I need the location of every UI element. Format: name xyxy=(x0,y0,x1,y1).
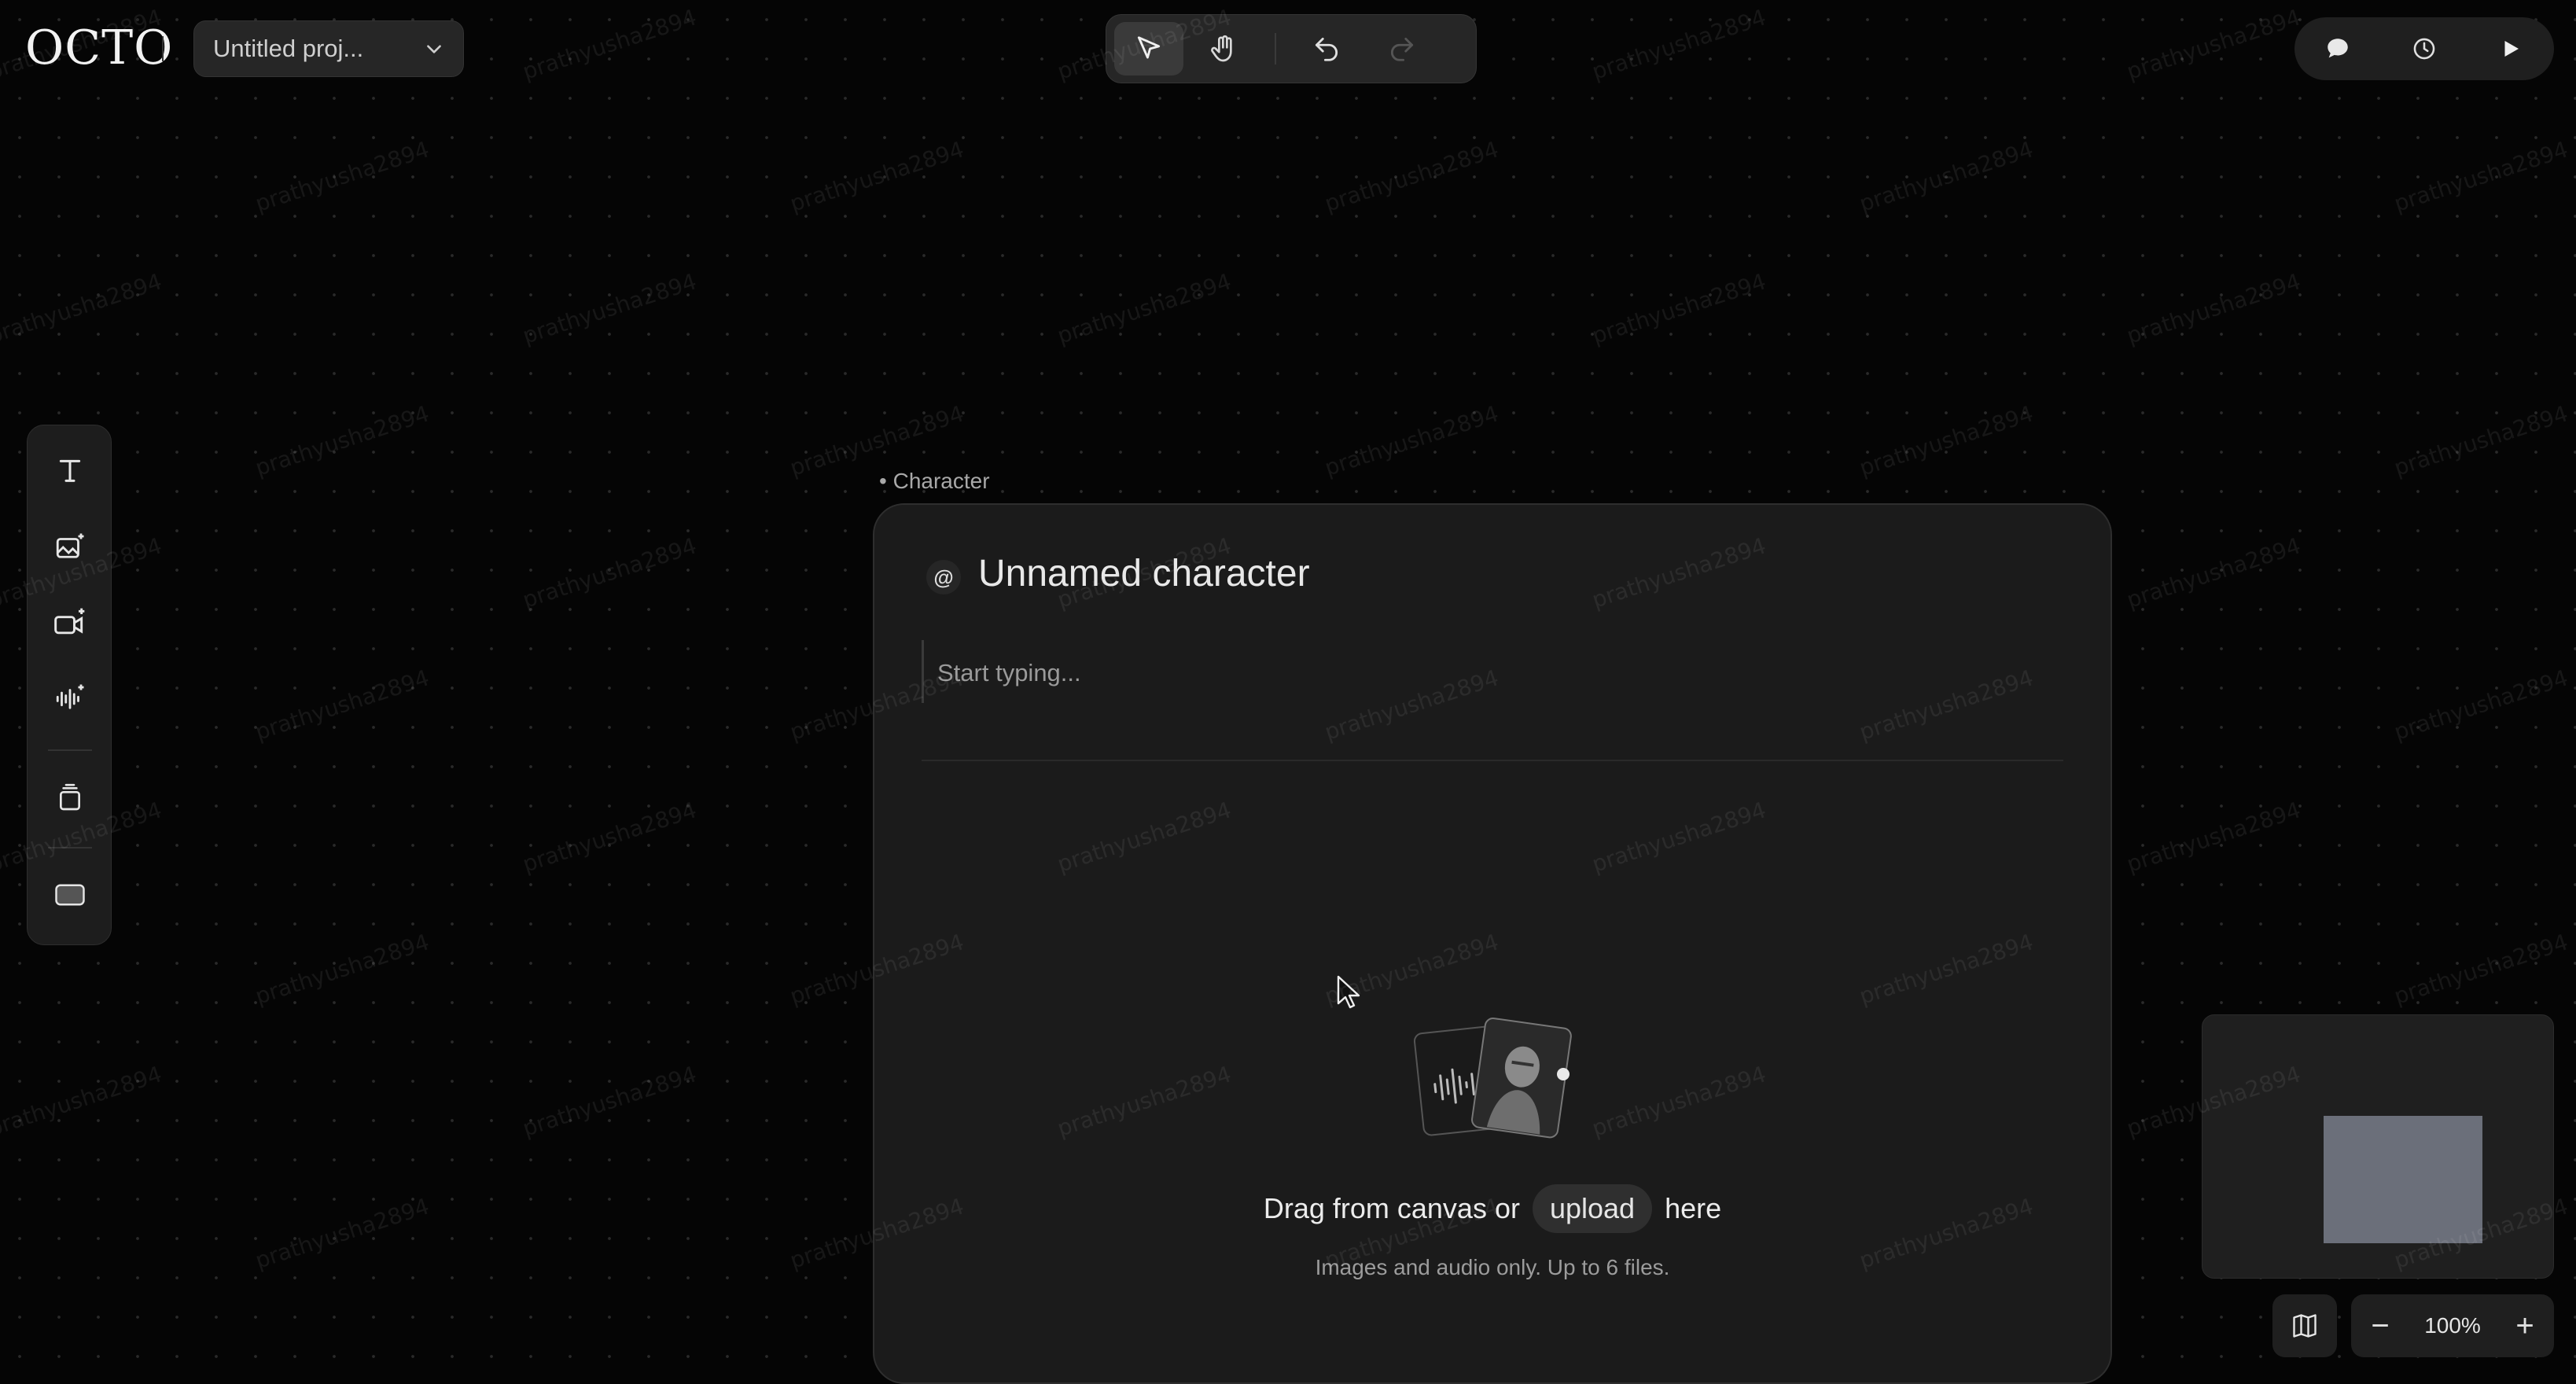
select-tool-button[interactable] xyxy=(1114,22,1183,75)
zoom-out-button[interactable]: − xyxy=(2357,1301,2403,1351)
drop-zone-text: Drag from canvas or upload here xyxy=(873,1184,2112,1233)
watermark-text: prathyusha2894 xyxy=(2390,400,2571,481)
watermark-text: prathyusha2894 xyxy=(1588,268,1769,349)
left-toolbar-divider xyxy=(48,847,92,848)
generate-image-button[interactable] xyxy=(42,520,98,575)
watermark-text: prathyusha2894 xyxy=(0,268,165,349)
watermark-text: prathyusha2894 xyxy=(2390,664,2571,745)
watermark-text: prathyusha2894 xyxy=(1856,400,2037,481)
watermark-text: prathyusha2894 xyxy=(2123,797,2304,878)
video-generate-icon xyxy=(53,606,87,640)
drop-zone-hint: Images and audio only. Up to 6 files. xyxy=(1315,1255,1670,1279)
pointer-icon xyxy=(1134,34,1164,64)
redo-button[interactable] xyxy=(1367,22,1437,75)
watermark-text: prathyusha2894 xyxy=(519,268,700,349)
media-preview-illustration xyxy=(1408,1014,1581,1148)
toolbar-divider xyxy=(1275,33,1276,64)
watermark-text: prathyusha2894 xyxy=(519,1061,700,1142)
project-selector[interactable]: Untitled proj... xyxy=(193,20,464,77)
watermark-text: prathyusha2894 xyxy=(252,664,432,745)
watermark-text: prathyusha2894 xyxy=(1054,268,1235,349)
minimap-toggle-button[interactable] xyxy=(2272,1294,2337,1357)
card-label: • Character xyxy=(879,469,990,493)
left-toolbar-divider xyxy=(48,749,92,751)
watermark-text: prathyusha2894 xyxy=(786,136,967,217)
redo-icon xyxy=(1387,34,1417,64)
description-input[interactable] xyxy=(936,645,2040,701)
zoom-in-button[interactable]: + xyxy=(2502,1301,2548,1351)
watermark-text: prathyusha2894 xyxy=(2123,4,2304,85)
watermark-text: prathyusha2894 xyxy=(1321,400,1502,481)
logo-separator xyxy=(162,36,164,61)
watermark-text: prathyusha2894 xyxy=(2123,268,2304,349)
drop-text-after: here xyxy=(1665,1192,1722,1224)
play-icon xyxy=(2499,37,2523,61)
undo-button[interactable] xyxy=(1292,22,1361,75)
play-button[interactable] xyxy=(2479,21,2542,76)
frame-icon xyxy=(53,878,86,911)
pan-tool-button[interactable] xyxy=(1190,22,1259,75)
minimap[interactable] xyxy=(2202,1014,2554,1279)
add-text-button[interactable] xyxy=(42,443,98,498)
character-card[interactable] xyxy=(873,503,2112,1384)
hand-icon xyxy=(1209,33,1240,64)
watermark-text: prathyusha2894 xyxy=(252,400,432,481)
history-button[interactable] xyxy=(2393,21,2456,76)
chevron-down-icon xyxy=(424,39,444,59)
watermark-text: prathyusha2894 xyxy=(1588,4,1769,85)
drop-text-before: Drag from canvas or xyxy=(1263,1192,1520,1224)
zoom-level: 100% xyxy=(2424,1313,2481,1338)
watermark-text: prathyusha2894 xyxy=(252,136,432,217)
upload-button[interactable]: upload xyxy=(1532,1184,1653,1233)
stack-icon xyxy=(54,782,86,813)
undo-icon xyxy=(1312,34,1341,64)
card-divider xyxy=(922,760,2063,761)
frame-button[interactable] xyxy=(42,867,98,922)
map-icon xyxy=(2291,1312,2319,1340)
chat-icon xyxy=(2324,35,2351,62)
watermark-text: prathyusha2894 xyxy=(2390,136,2571,217)
project-name: Untitled proj... xyxy=(213,35,364,62)
watermark-text: prathyusha2894 xyxy=(2123,532,2304,613)
generate-video-button[interactable] xyxy=(42,595,98,650)
watermark-text: prathyusha2894 xyxy=(2390,929,2571,1010)
watermark-text: prathyusha2894 xyxy=(0,1061,165,1142)
text-icon xyxy=(54,455,86,486)
character-name[interactable]: Unnamed character xyxy=(978,552,1310,595)
left-toolbar xyxy=(27,425,112,945)
stack-button[interactable] xyxy=(42,770,98,825)
watermark-text: prathyusha2894 xyxy=(519,797,700,878)
mouse-cursor-icon xyxy=(1337,975,1362,1010)
at-badge: @ xyxy=(926,560,961,594)
watermark-text: prathyusha2894 xyxy=(519,532,700,613)
zoom-control: − 100% + xyxy=(2351,1294,2554,1357)
description-bar xyxy=(922,640,924,703)
watermark-text: prathyusha2894 xyxy=(1321,136,1502,217)
history-icon xyxy=(2411,35,2438,62)
watermark-text: prathyusha2894 xyxy=(1856,136,2037,217)
chat-button[interactable] xyxy=(2306,21,2369,76)
watermark-text: prathyusha2894 xyxy=(519,4,700,85)
canvas-toolbar xyxy=(1106,14,1477,83)
minimap-viewport[interactable] xyxy=(2324,1116,2482,1243)
app-logo[interactable]: OCTO xyxy=(25,20,173,75)
watermark-text: prathyusha2894 xyxy=(252,929,432,1010)
watermark-text: prathyusha2894 xyxy=(252,1193,432,1274)
audio-generate-icon xyxy=(53,682,86,715)
generate-audio-button[interactable] xyxy=(42,671,98,726)
top-right-controls xyxy=(2294,17,2554,80)
image-generate-icon xyxy=(53,531,86,564)
